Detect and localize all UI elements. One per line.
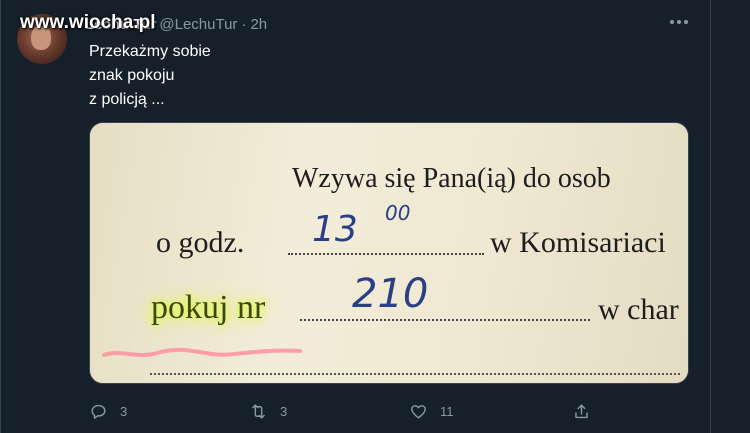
reply-icon <box>91 404 106 419</box>
handwritten-time-minutes: 00 <box>385 201 411 225</box>
document-text: w char <box>598 293 679 326</box>
highlight-underline <box>102 347 302 357</box>
tweet-photo[interactable]: Wzywa się Pana(ią) do osob o godz. 13 00… <box>89 122 689 384</box>
tweet-text-line: Przekażmy sobie <box>89 43 211 60</box>
watermark-logo: www.wiocha.pl <box>20 12 156 33</box>
handwritten-time: 13 <box>312 209 358 250</box>
handle[interactable]: @LechuTur <box>159 16 237 33</box>
dotted-line <box>300 319 590 321</box>
retweet-button[interactable]: 3 <box>249 398 287 424</box>
like-count: 11 <box>440 403 454 419</box>
tweet-text: Przekażmy sobie znak pokoju z policją ..… <box>89 40 649 112</box>
left-border <box>0 0 1 433</box>
tweet-actions: 3 3 11 <box>89 398 599 424</box>
document-text: w Komisariaci <box>490 226 666 259</box>
document-label: o godz. <box>156 226 245 259</box>
document-line: Wzywa się Pana(ią) do osob <box>292 163 611 194</box>
retweet-count: 3 <box>280 403 288 419</box>
tweet-text-line: z policją ... <box>89 91 165 108</box>
handwritten-room-number: 210 <box>352 271 429 317</box>
reply-button[interactable]: 3 <box>89 398 127 424</box>
share-icon <box>575 403 588 418</box>
timestamp[interactable]: 2h <box>250 16 267 33</box>
reply-count: 3 <box>120 403 128 419</box>
share-button[interactable] <box>572 398 591 424</box>
dotted-line <box>288 253 484 255</box>
dotted-line <box>150 373 680 375</box>
tweet-text-line: znak pokoju <box>89 67 175 84</box>
like-icon <box>411 404 426 419</box>
more-icon[interactable] <box>666 12 692 32</box>
highlighted-text: pokuj nr <box>151 289 266 326</box>
retweet-icon <box>252 403 265 419</box>
right-border <box>710 0 711 433</box>
like-button[interactable]: 11 <box>409 398 454 424</box>
separator-dot: · <box>241 15 247 33</box>
